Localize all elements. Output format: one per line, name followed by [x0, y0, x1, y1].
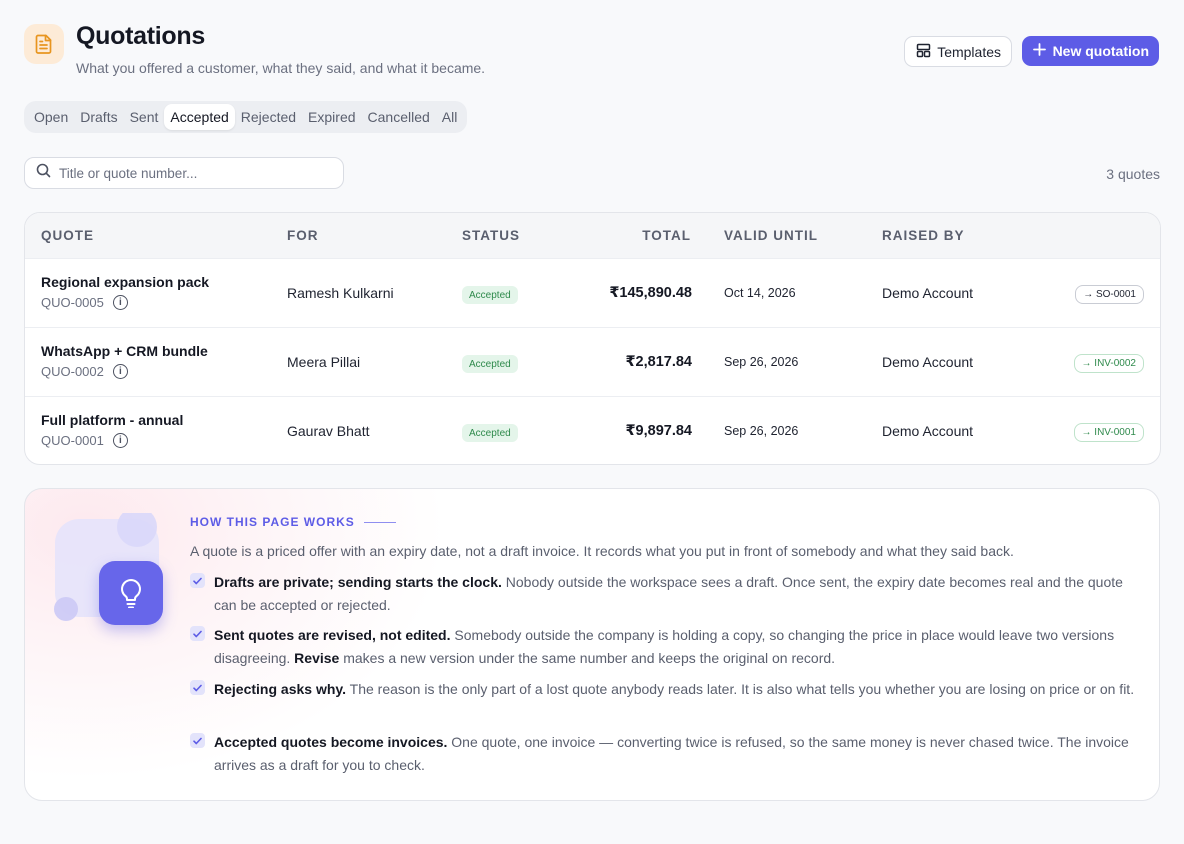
- quote-customer: Ramesh Kulkarni: [287, 285, 394, 301]
- linked-document-chip[interactable]: → INV-0002: [1073, 354, 1144, 373]
- quote-number-group: QUO-0001 i: [41, 433, 128, 448]
- check-icon: [190, 573, 205, 588]
- tab-drafts[interactable]: Drafts: [74, 104, 123, 130]
- quote-valid-until: Oct 14, 2026: [724, 286, 796, 300]
- tab-accepted[interactable]: Accepted: [164, 104, 235, 130]
- info-icon[interactable]: i: [112, 433, 128, 448]
- templates-icon: [916, 43, 931, 61]
- info-icon[interactable]: i: [112, 364, 128, 379]
- lightbulb-icon: [99, 561, 163, 625]
- tab-rejected[interactable]: Rejected: [235, 104, 302, 130]
- point-body-continued: makes a new version under the same numbe…: [339, 650, 836, 666]
- quote-customer: Gaurav Bhatt: [287, 423, 370, 439]
- page-subtitle: What you offered a customer, what they s…: [76, 60, 486, 76]
- table-row[interactable]: Regional expansion pack QUO-0005 i Rames…: [25, 258, 1160, 327]
- column-header-status: STATUS: [462, 228, 520, 243]
- linked-document-chip[interactable]: → SO-0001: [1075, 285, 1144, 304]
- check-icon: [190, 680, 205, 695]
- quote-number: QUO-0005: [41, 295, 104, 310]
- column-header-valid-until: VALID UNTIL: [724, 228, 818, 243]
- quote-number-group: QUO-0002 i: [41, 364, 128, 379]
- status-badge: Accepted: [462, 424, 518, 442]
- quote-title: Regional expansion pack: [41, 274, 210, 290]
- page-title: Quotations: [76, 22, 205, 50]
- check-icon: [190, 626, 205, 641]
- column-header-quote: QUOTE: [41, 228, 95, 243]
- lightbulb-illustration: [51, 513, 191, 633]
- quotes-table: QUOTE FOR STATUS TOTAL VALID UNTIL RAISE…: [24, 212, 1161, 465]
- list-item: Sent quotes are revised, not edited. Som…: [190, 624, 1140, 670]
- search-input[interactable]: [59, 165, 329, 181]
- document-icon: [24, 24, 64, 64]
- linked-document-chip[interactable]: → INV-0001: [1073, 423, 1144, 442]
- table-row[interactable]: WhatsApp + CRM bundle QUO-0002 i Meera P…: [25, 327, 1160, 396]
- quote-title: WhatsApp + CRM bundle: [41, 343, 208, 359]
- point-body: The reason is the only part of a lost qu…: [346, 681, 1135, 697]
- column-header-total: TOTAL: [642, 228, 691, 243]
- list-item: Rejecting asks why. The reason is the on…: [190, 678, 1140, 701]
- new-quotation-label: New quotation: [1052, 43, 1149, 59]
- quote-number: QUO-0001: [41, 433, 104, 448]
- table-row[interactable]: Full platform - annual QUO-0001 i Gaurav…: [25, 396, 1160, 464]
- status-tabs: Open Drafts Sent Accepted Rejected Expir…: [24, 101, 468, 133]
- search-icon: [36, 163, 51, 183]
- quote-raised-by: Demo Account: [882, 285, 974, 301]
- quote-number: QUO-0002: [41, 364, 104, 379]
- tab-open[interactable]: Open: [28, 104, 74, 130]
- quote-total: ₹9,897.84: [625, 423, 692, 439]
- check-icon: [190, 733, 205, 748]
- quote-customer: Meera Pillai: [287, 354, 361, 370]
- quote-count: 3 quotes: [1106, 166, 1160, 182]
- quote-total: ₹2,817.84: [625, 354, 692, 370]
- tab-sent[interactable]: Sent: [124, 104, 165, 130]
- status-badge: Accepted: [462, 355, 518, 373]
- list-item: Drafts are private; sending starts the c…: [190, 571, 1140, 617]
- quote-raised-by: Demo Account: [882, 354, 974, 370]
- quote-raised-by: Demo Account: [882, 423, 974, 439]
- tab-all[interactable]: All: [436, 104, 464, 130]
- quote-total: ₹145,890.48: [609, 285, 692, 301]
- quote-number-group: QUO-0005 i: [41, 295, 128, 310]
- new-quotation-button[interactable]: New quotation: [1021, 36, 1159, 66]
- point-emphasis: Revise: [294, 650, 340, 666]
- plus-icon: [1032, 43, 1046, 59]
- quote-valid-until: Sep 26, 2026: [724, 355, 799, 369]
- label-divider: [363, 521, 396, 523]
- list-item: Accepted quotes become invoices. One quo…: [190, 731, 1140, 777]
- tab-expired[interactable]: Expired: [302, 104, 361, 130]
- column-header-for: FOR: [287, 228, 319, 243]
- point-heading: Drafts are private; sending starts the c…: [214, 574, 502, 590]
- point-heading: Accepted quotes become invoices.: [214, 734, 448, 750]
- search-box: [24, 157, 344, 189]
- info-icon[interactable]: i: [112, 295, 128, 310]
- templates-button[interactable]: Templates: [904, 36, 1012, 67]
- quote-valid-until: Sep 26, 2026: [724, 424, 799, 438]
- table-header: QUOTE FOR STATUS TOTAL VALID UNTIL RAISE…: [25, 213, 1160, 258]
- point-heading: Rejecting asks why.: [214, 681, 347, 697]
- point-heading: Sent quotes are revised, not edited.: [214, 627, 451, 643]
- templates-button-label: Templates: [937, 43, 1001, 60]
- quote-title: Full platform - annual: [41, 412, 184, 428]
- tab-cancelled[interactable]: Cancelled: [362, 104, 436, 130]
- how-it-works-card: HOW THIS PAGE WORKS A quote is a priced …: [24, 488, 1160, 801]
- page-header: Quotations What you offered a customer, …: [24, 22, 1160, 78]
- column-header-raised-by: RAISED BY: [882, 228, 965, 243]
- how-it-works-label: HOW THIS PAGE WORKS: [190, 515, 396, 529]
- status-badge: Accepted: [462, 286, 518, 304]
- how-it-works-intro: A quote is a priced offer with an expiry…: [190, 543, 1014, 559]
- how-it-works-label-text: HOW THIS PAGE WORKS: [190, 515, 355, 529]
